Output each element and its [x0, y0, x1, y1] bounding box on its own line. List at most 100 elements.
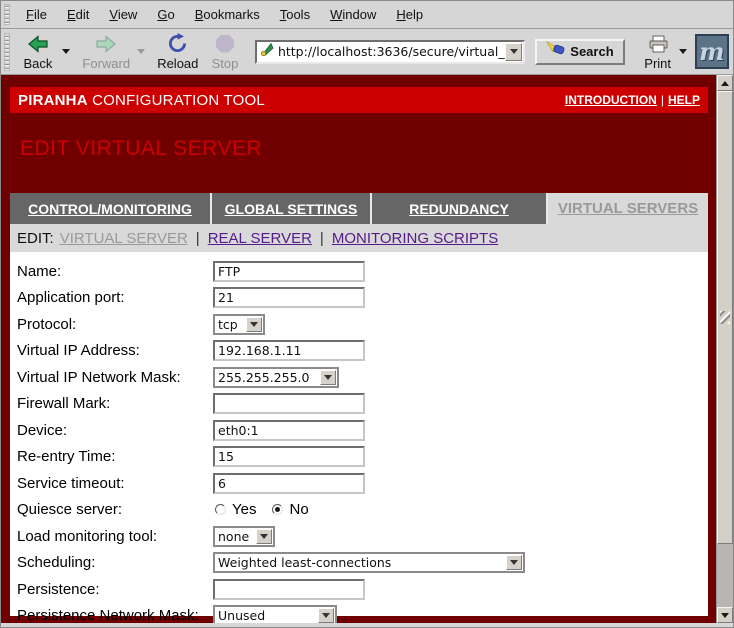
persistence-netmask-select[interactable]: Unused	[213, 605, 337, 623]
quiesce-yes-radio[interactable]	[215, 504, 226, 515]
browser-content-area: PIRANHA CONFIGURATION TOOL INTRODUCTION |…	[1, 75, 733, 623]
back-dropdown-icon[interactable]	[62, 49, 70, 54]
name-input[interactable]	[213, 261, 365, 282]
menu-file[interactable]: File	[16, 4, 57, 25]
form-row: Virtual IP Network Mask: 255.255.255.0	[17, 364, 708, 391]
persistence-netmask-value: Unused	[215, 608, 318, 623]
scrollbar-thumb[interactable]	[717, 91, 733, 544]
stop-button[interactable]: Stop	[203, 31, 247, 73]
form-row: Re-entry Time:	[17, 444, 708, 471]
app-brand-bold: PIRANHA	[18, 92, 88, 109]
virtual-ip-label: Virtual IP Address:	[17, 342, 213, 359]
protocol-label: Protocol:	[17, 316, 213, 333]
chevron-down-icon	[320, 370, 336, 385]
form-row: Persistence:	[17, 576, 708, 603]
re-entry-time-input[interactable]	[213, 446, 365, 467]
menu-view[interactable]: View	[99, 4, 147, 25]
menu-bookmarks[interactable]: Bookmarks	[185, 4, 270, 25]
stop-label: Stop	[212, 56, 239, 71]
url-dropdown-button[interactable]	[505, 43, 522, 61]
page-viewport: PIRANHA CONFIGURATION TOOL INTRODUCTION |…	[1, 75, 716, 623]
menubar-grippy-handle[interactable]	[4, 4, 10, 26]
menu-go[interactable]: Go	[147, 4, 184, 25]
virtual-ip-netmask-select[interactable]: 255.255.255.0	[213, 367, 339, 388]
persistence-input[interactable]	[213, 579, 365, 600]
form-row: Virtual IP Address:	[17, 338, 708, 365]
search-label: Search	[570, 44, 613, 59]
menu-help[interactable]: Help	[386, 4, 433, 25]
print-dropdown-icon[interactable]	[679, 49, 687, 54]
subnav-monitoring-scripts-link[interactable]: MONITORING SCRIPTS	[332, 230, 498, 247]
firewall-mark-label: Firewall Mark:	[17, 395, 213, 412]
device-label: Device:	[17, 422, 213, 439]
form-row: Quiesce server: Yes No	[17, 497, 708, 524]
vertical-scrollbar[interactable]	[716, 75, 733, 623]
arrow-up-icon	[721, 81, 729, 86]
back-button[interactable]: Back	[16, 31, 60, 73]
tab-virtual-servers[interactable]: VIRTUAL SERVERS	[548, 193, 708, 224]
reload-button[interactable]: Reload	[153, 31, 203, 73]
menu-edit[interactable]: Edit	[57, 4, 99, 25]
quiesce-radio-group: Yes No	[215, 501, 319, 518]
quiesce-no-label: No	[289, 501, 308, 518]
app-brand-rest: CONFIGURATION TOOL	[88, 92, 265, 109]
introduction-link[interactable]: INTRODUCTION	[565, 93, 657, 107]
subnav-real-server-link[interactable]: REAL SERVER	[208, 230, 312, 247]
app-brand: PIRANHA CONFIGURATION TOOL	[18, 92, 265, 109]
load-monitoring-select[interactable]: none	[213, 526, 275, 547]
persistence-label: Persistence:	[17, 581, 213, 598]
scheduling-select[interactable]: Weighted least-connections	[213, 552, 525, 573]
main-tabs: CONTROL/MONITORING GLOBAL SETTINGS REDUN…	[10, 193, 708, 224]
chevron-down-icon	[510, 49, 518, 54]
scroll-up-button[interactable]	[717, 75, 733, 91]
scroll-down-button[interactable]	[717, 607, 733, 623]
tab-control-monitoring[interactable]: CONTROL/MONITORING	[10, 193, 210, 224]
print-icon	[646, 33, 670, 55]
scheduling-label: Scheduling:	[17, 554, 213, 571]
device-input[interactable]	[213, 420, 365, 441]
forward-dropdown-icon[interactable]	[137, 49, 145, 54]
quiesce-no-radio[interactable]	[272, 504, 283, 515]
piranha-header-bar: PIRANHA CONFIGURATION TOOL INTRODUCTION|…	[10, 87, 708, 113]
arrow-down-icon	[721, 613, 729, 618]
firewall-mark-input[interactable]	[213, 393, 365, 414]
reload-label: Reload	[157, 56, 198, 71]
bookmark-icon[interactable]	[260, 42, 274, 61]
menu-window[interactable]: Window	[320, 4, 386, 25]
virtual-server-form: Name: Application port: Protocol: tcp Vi…	[10, 252, 708, 616]
print-label: Print	[644, 56, 671, 71]
virtual-ip-input[interactable]	[213, 340, 365, 361]
quiesce-server-label: Quiesce server:	[17, 501, 213, 518]
search-flashlight-icon	[546, 41, 566, 62]
chevron-down-icon	[256, 529, 272, 544]
form-row: Device:	[17, 417, 708, 444]
print-button[interactable]: Print	[639, 31, 677, 73]
edit-subnav: EDIT: VIRTUAL SERVER | REAL SERVER | MON…	[10, 224, 708, 252]
service-timeout-input[interactable]	[213, 473, 365, 494]
subnav-virtual-server: VIRTUAL SERVER	[60, 230, 188, 247]
forward-icon	[94, 33, 118, 55]
name-label: Name:	[17, 263, 213, 280]
persistence-netmask-label: Persistence Network Mask:	[17, 607, 213, 623]
virtual-ip-netmask-value: 255.255.255.0	[215, 370, 320, 385]
form-row: Persistence Network Mask: Unused	[17, 603, 708, 624]
menu-tools[interactable]: Tools	[270, 4, 320, 25]
tab-global-settings[interactable]: GLOBAL SETTINGS	[212, 193, 370, 224]
tab-redundancy[interactable]: REDUNDANCY	[372, 193, 546, 224]
application-port-input[interactable]	[213, 287, 365, 308]
url-input[interactable]	[278, 44, 505, 59]
protocol-value: tcp	[215, 317, 246, 332]
toolbar-grippy-handle[interactable]	[4, 33, 10, 71]
re-entry-time-label: Re-entry Time:	[17, 448, 213, 465]
help-link[interactable]: HELP	[668, 93, 700, 107]
form-row: Firewall Mark:	[17, 391, 708, 418]
forward-button[interactable]: Forward	[78, 31, 135, 73]
chevron-down-icon	[506, 555, 522, 570]
mozilla-logo[interactable]: m	[695, 34, 729, 69]
subnav-separator: |	[320, 230, 324, 247]
back-icon	[26, 33, 50, 55]
service-timeout-label: Service timeout:	[17, 475, 213, 492]
protocol-select[interactable]: tcp	[213, 314, 265, 335]
back-label: Back	[23, 56, 52, 71]
search-button[interactable]: Search	[535, 39, 624, 65]
